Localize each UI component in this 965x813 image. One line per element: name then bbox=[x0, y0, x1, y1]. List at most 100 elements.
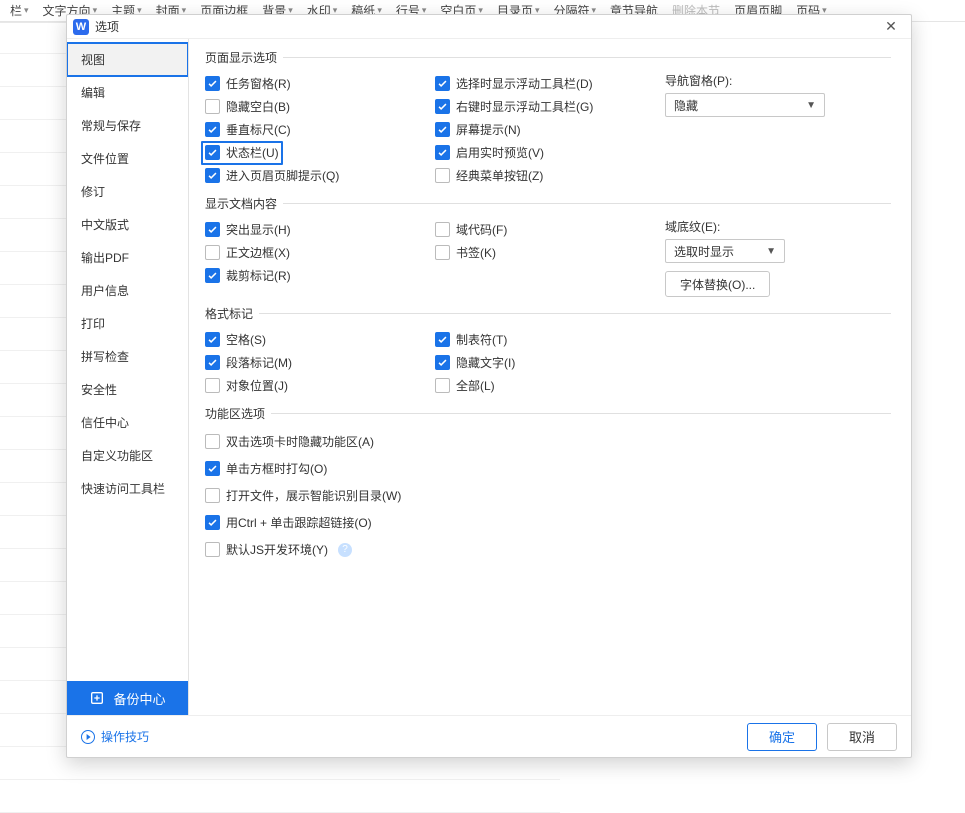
checkbox-label[interactable]: 对象位置(J) bbox=[226, 377, 288, 394]
checkbox[interactable] bbox=[205, 461, 220, 476]
checkbox-label[interactable]: 状态栏(U) bbox=[226, 144, 279, 161]
checkbox-label[interactable]: 段落标记(M) bbox=[226, 354, 292, 371]
checkbox-label[interactable]: 默认JS开发环境(Y) bbox=[226, 541, 328, 558]
checkbox[interactable] bbox=[435, 145, 450, 160]
doc-content-col-left: 突出显示(H) 正文边框(X) 裁剪标记(R) bbox=[205, 218, 435, 297]
checkbox[interactable] bbox=[205, 99, 220, 114]
backup-center-button[interactable]: 备份中心 bbox=[67, 681, 188, 715]
page-display-option: 任务窗格(R) bbox=[205, 72, 435, 95]
checkbox-label[interactable]: 全部(L) bbox=[456, 377, 495, 394]
sidebar-item[interactable]: 安全性 bbox=[67, 373, 188, 406]
sidebar-item[interactable]: 信任中心 bbox=[67, 406, 188, 439]
checkbox[interactable] bbox=[205, 222, 220, 237]
field-shading-value: 选取时显示 bbox=[674, 243, 734, 260]
checkbox[interactable] bbox=[205, 542, 220, 557]
checkbox-label[interactable]: 用Ctrl + 单击跟踪超链接(O) bbox=[226, 514, 372, 531]
group-title-format-marks: 格式标记 bbox=[205, 305, 891, 322]
format-col-left: 空格(S) 段落标记(M) 对象位置(J) bbox=[205, 328, 435, 397]
checkbox[interactable] bbox=[205, 378, 220, 393]
field-shading-combo[interactable]: 选取时显示 ▼ bbox=[665, 239, 785, 263]
checkbox[interactable] bbox=[435, 245, 450, 260]
nav-pane-combo[interactable]: 隐藏 ▼ bbox=[665, 93, 825, 117]
checkbox[interactable] bbox=[205, 515, 220, 530]
font-substitution-button[interactable]: 字体替换(O)... bbox=[665, 271, 770, 297]
group-title-doc-content: 显示文档内容 bbox=[205, 195, 891, 212]
checkbox[interactable] bbox=[435, 332, 450, 347]
page-display-option: 右键时显示浮动工具栏(G) bbox=[435, 95, 665, 118]
checkbox[interactable] bbox=[205, 168, 220, 183]
checkbox-label[interactable]: 打开文件，展示智能识别目录(W) bbox=[226, 487, 401, 504]
checkbox[interactable] bbox=[205, 145, 220, 160]
checkbox-label[interactable]: 正文边框(X) bbox=[226, 244, 290, 261]
sidebar-item[interactable]: 常规与保存 bbox=[67, 109, 188, 142]
checkbox-label[interactable]: 屏幕提示(N) bbox=[456, 121, 521, 138]
checkbox[interactable] bbox=[205, 332, 220, 347]
doc-content-option: 突出显示(H) bbox=[205, 218, 435, 241]
checkbox[interactable] bbox=[435, 355, 450, 370]
checkbox-label[interactable]: 制表符(T) bbox=[456, 331, 507, 348]
sidebar-item[interactable]: 文件位置 bbox=[67, 142, 188, 175]
checkbox-label[interactable]: 双击选项卡时隐藏功能区(A) bbox=[226, 433, 374, 450]
sidebar-item[interactable]: 拼写检查 bbox=[67, 340, 188, 373]
checkbox[interactable] bbox=[205, 76, 220, 91]
format-mark-option: 隐藏文字(I) bbox=[435, 351, 665, 374]
checkbox-label[interactable]: 单击方框时打勾(O) bbox=[226, 460, 327, 477]
checkbox[interactable] bbox=[435, 168, 450, 183]
sidebar-item[interactable]: 视图 bbox=[67, 43, 188, 76]
checkbox-label[interactable]: 隐藏空白(B) bbox=[226, 98, 290, 115]
options-main: 页面显示选项 任务窗格(R)隐藏空白(B)垂直标尺(C)状态栏(U)进入页眉页脚… bbox=[189, 39, 911, 715]
doc-content-option: 域代码(F) bbox=[435, 218, 665, 241]
checkbox[interactable] bbox=[435, 122, 450, 137]
checkbox[interactable] bbox=[205, 245, 220, 260]
checkbox-label[interactable]: 垂直标尺(C) bbox=[226, 121, 291, 138]
sidebar-item[interactable]: 用户信息 bbox=[67, 274, 188, 307]
checkbox[interactable] bbox=[205, 122, 220, 137]
checkbox-label[interactable]: 进入页眉页脚提示(Q) bbox=[226, 167, 339, 184]
sidebar-item[interactable]: 修订 bbox=[67, 175, 188, 208]
play-icon bbox=[81, 730, 95, 744]
checkbox-label[interactable]: 空格(S) bbox=[226, 331, 266, 348]
checkbox-label[interactable]: 选择时显示浮动工具栏(D) bbox=[456, 75, 593, 92]
close-button[interactable]: ✕ bbox=[877, 15, 905, 39]
checkbox[interactable] bbox=[435, 222, 450, 237]
page-display-option: 选择时显示浮动工具栏(D) bbox=[435, 72, 665, 95]
checkbox[interactable] bbox=[435, 99, 450, 114]
sidebar-item[interactable]: 快速访问工具栏 bbox=[67, 472, 188, 505]
checkbox[interactable] bbox=[205, 268, 220, 283]
checkbox[interactable] bbox=[205, 488, 220, 503]
cancel-button[interactable]: 取消 bbox=[827, 723, 897, 751]
sidebar-item[interactable]: 自定义功能区 bbox=[67, 439, 188, 472]
checkbox-label[interactable]: 任务窗格(R) bbox=[226, 75, 291, 92]
help-icon[interactable]: ? bbox=[338, 543, 352, 557]
sidebar-item[interactable]: 编辑 bbox=[67, 76, 188, 109]
format-mark-option: 制表符(T) bbox=[435, 328, 665, 351]
chevron-down-icon: ▼ bbox=[806, 100, 816, 111]
checkbox[interactable] bbox=[435, 76, 450, 91]
sidebar-item[interactable]: 中文版式 bbox=[67, 208, 188, 241]
checkbox-label[interactable]: 经典菜单按钮(Z) bbox=[456, 167, 543, 184]
doc-content-option: 正文边框(X) bbox=[205, 241, 435, 264]
operation-tips-link[interactable]: 操作技巧 bbox=[81, 728, 149, 745]
format-mark-option: 空格(S) bbox=[205, 328, 435, 351]
checkbox-label[interactable]: 启用实时预览(V) bbox=[456, 144, 544, 161]
format-mark-option: 对象位置(J) bbox=[205, 374, 435, 397]
checkbox-label[interactable]: 书签(K) bbox=[456, 244, 496, 261]
ok-button[interactable]: 确定 bbox=[747, 723, 817, 751]
checkbox-label[interactable]: 突出显示(H) bbox=[226, 221, 291, 238]
checkbox[interactable] bbox=[205, 355, 220, 370]
format-mark-option: 段落标记(M) bbox=[205, 351, 435, 374]
checkbox-label[interactable]: 隐藏文字(I) bbox=[456, 354, 515, 371]
ribbon-option: 打开文件，展示智能识别目录(W) bbox=[205, 482, 891, 509]
ribbon-option: 双击选项卡时隐藏功能区(A) bbox=[205, 428, 891, 455]
checkbox-label[interactable]: 域代码(F) bbox=[456, 221, 507, 238]
checkbox[interactable] bbox=[435, 378, 450, 393]
sidebar-item[interactable]: 输出PDF bbox=[67, 241, 188, 274]
backup-center-label: 备份中心 bbox=[113, 689, 165, 708]
checkbox-label[interactable]: 右键时显示浮动工具栏(G) bbox=[456, 98, 593, 115]
checkbox-label[interactable]: 裁剪标记(R) bbox=[226, 267, 291, 284]
sidebar-item[interactable]: 打印 bbox=[67, 307, 188, 340]
doc-content-col-mid: 域代码(F) 书签(K) bbox=[435, 218, 665, 297]
checkbox[interactable] bbox=[205, 434, 220, 449]
app-icon: W bbox=[73, 19, 89, 35]
parent-menu-item[interactable]: 栏▾ bbox=[4, 0, 35, 22]
